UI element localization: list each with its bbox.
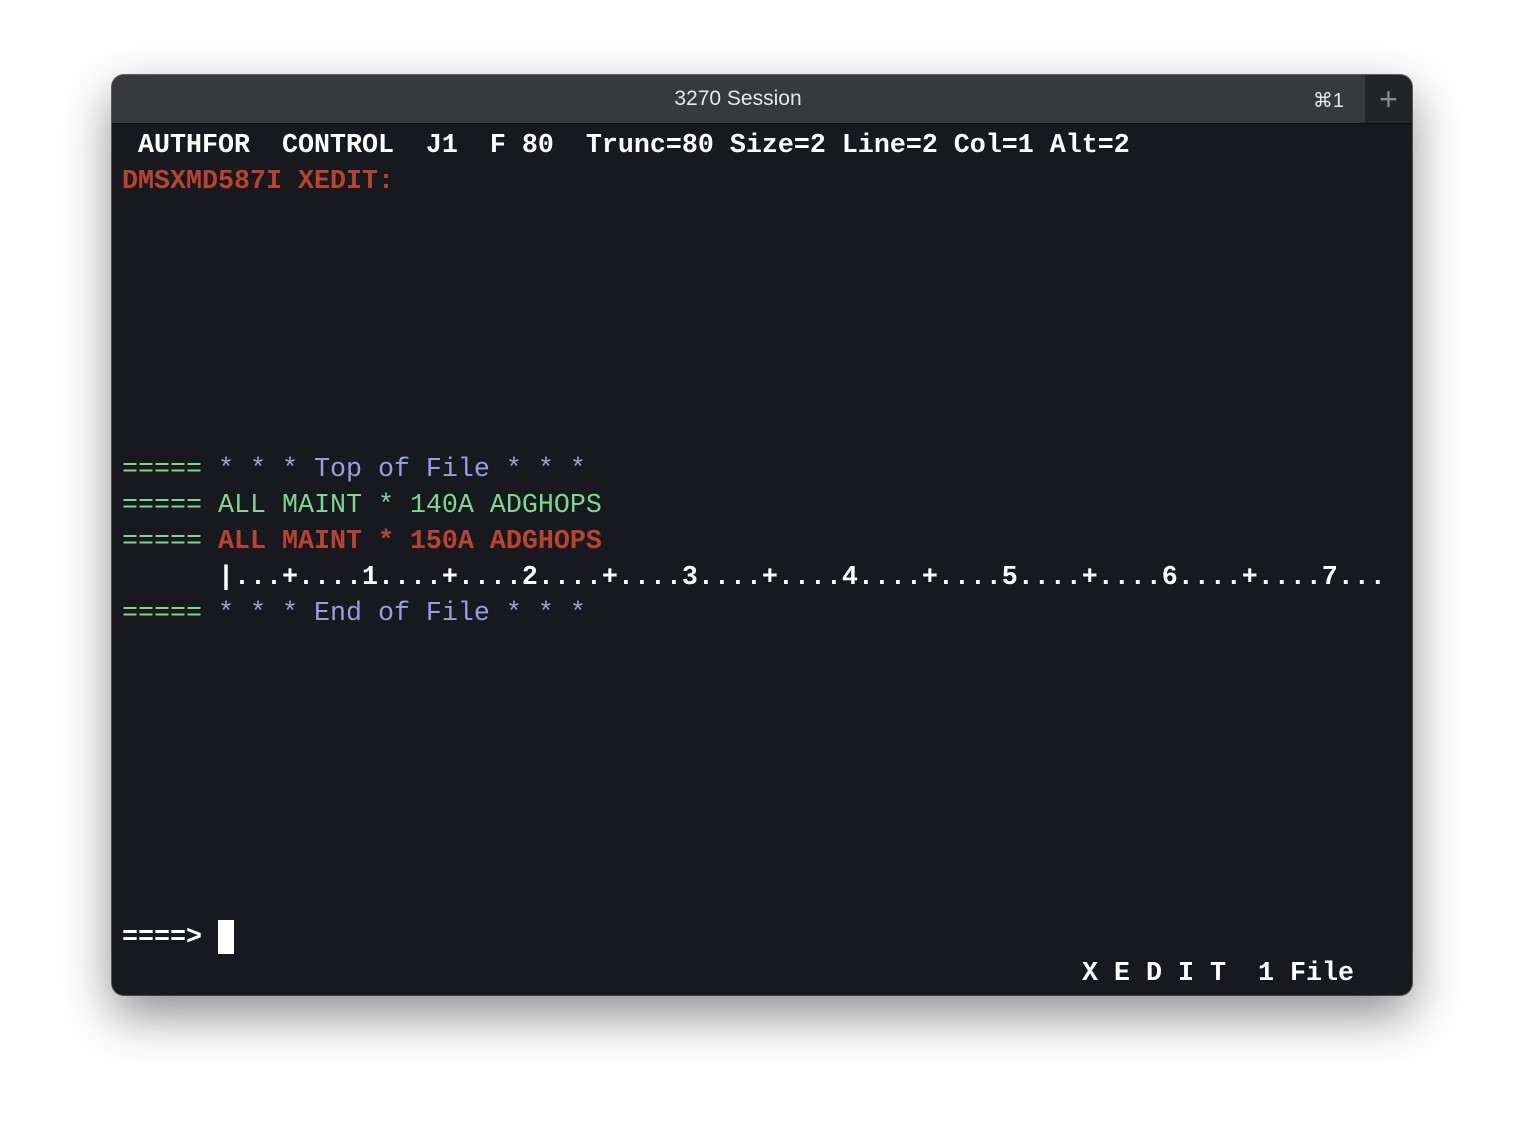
prefix-area	[122, 563, 218, 593]
tab-3270-session[interactable]: 3270 Session ⌘1	[112, 75, 1364, 123]
command-line[interactable]: ====>	[122, 920, 234, 956]
plus-icon[interactable]: +	[1365, 75, 1412, 123]
text-cursor	[217, 920, 234, 954]
terminal-window: 3270 Session ⌘1 + AUTHFOR CONTROL J1 F 8…	[112, 75, 1412, 995]
top-of-file-line: ===== * * * Top of File * * *	[122, 452, 586, 488]
prefix-area: =====	[122, 491, 218, 521]
status-line: X E D I T 1 File	[1082, 959, 1354, 989]
header-line: AUTHFOR CONTROL J1 F 80 Trunc=80 Size=2 …	[122, 131, 1130, 161]
current-line: ===== ALL MAINT * 150A ADGHOPS	[122, 524, 602, 560]
end-of-file-line: ===== * * * End of File * * *	[122, 596, 586, 632]
file-line: ===== ALL MAINT * 140A ADGHOPS	[122, 488, 602, 524]
line-text[interactable]: ALL MAINT * 140A ADGHOPS	[218, 491, 602, 521]
title-bar: 3270 Session ⌘1 +	[112, 75, 1412, 124]
prefix-area: =====	[122, 455, 218, 485]
column-ruler: |...+....1....+....2....+....3....+....4…	[217, 563, 1386, 593]
terminal-screen[interactable]: AUTHFOR CONTROL J1 F 80 Trunc=80 Size=2 …	[122, 128, 1402, 989]
tab-shortcut: ⌘1	[1312, 90, 1344, 112]
message-line: DMSXMD587I XEDIT:	[122, 167, 394, 197]
line-text[interactable]: ALL MAINT * 150A ADGHOPS	[218, 527, 602, 557]
window-title: 3270 Session	[674, 87, 802, 110]
prefix-area: =====	[122, 599, 218, 629]
line-text: * * * End of File * * *	[217, 599, 586, 629]
line-text: * * * Top of File * * *	[217, 455, 586, 485]
prefix-area: =====	[122, 527, 218, 557]
scale-line: |...+....1....+....2....+....3....+....4…	[122, 560, 1386, 596]
command-prompt: ====>	[122, 923, 218, 954]
